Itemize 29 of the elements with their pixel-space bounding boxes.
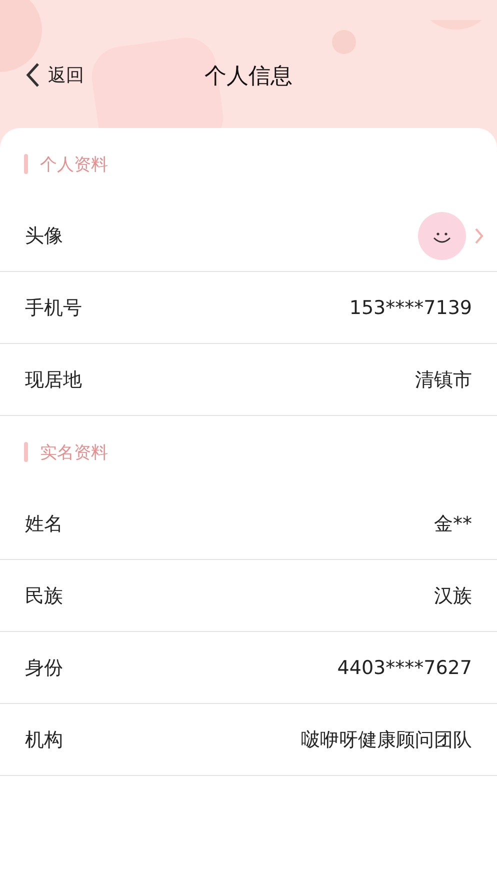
back-button[interactable]: 返回 <box>26 62 84 88</box>
info-row[interactable]: 手机号 153****7139 <box>0 272 497 344</box>
section-title: 实名资料 <box>40 442 108 464</box>
row-label: 身份 <box>25 656 63 680</box>
section-title: 个人资料 <box>40 154 108 176</box>
section-marker <box>24 154 28 174</box>
row-label: 手机号 <box>25 296 82 320</box>
row-value: 4403****7627 <box>337 656 472 678</box>
row-value: 啵咿呀健康顾问团队 <box>301 728 472 752</box>
row-value: 153****7139 <box>349 296 472 318</box>
info-row[interactable]: 姓名 金** <box>0 488 497 560</box>
row-value: 金** <box>434 512 472 536</box>
row-label: 头像 <box>25 224 63 248</box>
row-label: 民族 <box>25 584 63 608</box>
info-row[interactable]: 现居地 清镇市 <box>0 344 497 416</box>
info-row[interactable]: 民族 汉族 <box>0 560 497 632</box>
back-icon <box>26 62 40 88</box>
chevron-right-icon <box>474 226 484 244</box>
row-label: 机构 <box>25 728 63 752</box>
row-value: 汉族 <box>434 584 472 608</box>
avatar-icon <box>418 212 466 260</box>
info-row[interactable]: 头像 <box>0 200 497 272</box>
section-marker <box>24 442 28 462</box>
page-title: 个人信息 <box>204 63 292 91</box>
info-row[interactable]: 机构 啵咿呀健康顾问团队 <box>0 704 497 776</box>
info-row[interactable]: 身份 4403****7627 <box>0 632 497 704</box>
row-label: 姓名 <box>25 512 63 536</box>
row-label: 现居地 <box>25 368 82 392</box>
row-value: 清镇市 <box>415 368 472 392</box>
